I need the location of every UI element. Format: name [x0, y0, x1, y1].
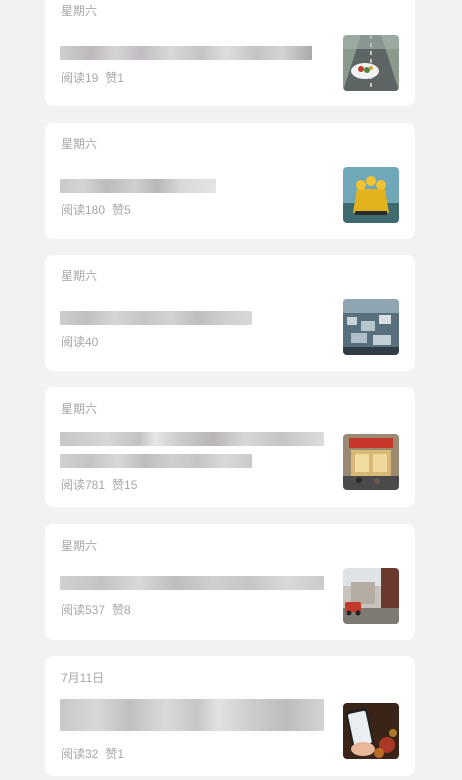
- read-count: 阅读19: [61, 71, 99, 85]
- article-card[interactable]: 星期六 阅读19 赞1: [45, 0, 415, 106]
- read-count: 阅读537: [61, 603, 106, 617]
- like-count: 赞1: [105, 747, 125, 761]
- read-count: 阅读781: [61, 478, 106, 492]
- street-scene-thumbnail-icon[interactable]: [343, 568, 399, 624]
- article-card[interactable]: 星期六 阅读781 赞15: [45, 387, 415, 507]
- read-count: 阅读180: [61, 203, 106, 217]
- article-title-blurred-line2[interactable]: [60, 454, 252, 468]
- road-food-thumbnail-icon[interactable]: [343, 35, 399, 91]
- like-count: 赞5: [112, 203, 131, 217]
- article-date: 星期六: [61, 402, 98, 416]
- yellow-figures-thumbnail-icon[interactable]: [343, 167, 399, 223]
- article-date: 星期六: [61, 539, 98, 553]
- article-date: 星期六: [61, 269, 98, 283]
- article-stats: 阅读40: [61, 333, 105, 350]
- article-title-blurred[interactable]: [60, 576, 324, 590]
- article-card[interactable]: 星期六 阅读180 赞5: [45, 123, 415, 239]
- article-title-blurred[interactable]: [60, 311, 252, 325]
- phone-in-hand-thumbnail-icon[interactable]: [343, 703, 399, 759]
- article-card[interactable]: 7月11日 阅读32 赞1: [45, 656, 415, 776]
- like-count: 赞15: [112, 478, 138, 492]
- like-count: 赞1: [105, 71, 125, 85]
- article-stats: 阅读32 赞1: [61, 745, 124, 762]
- storefront-thumbnail-icon[interactable]: [343, 434, 399, 490]
- read-count: 阅读40: [61, 335, 99, 349]
- article-title-blurred[interactable]: [60, 699, 324, 731]
- article-title-blurred[interactable]: [60, 179, 216, 193]
- article-card[interactable]: 星期六 阅读537 赞8: [45, 524, 415, 640]
- article-stats: 阅读537 赞8: [61, 601, 131, 618]
- article-title-blurred[interactable]: [60, 46, 312, 60]
- article-stats: 阅读781 赞15: [61, 476, 137, 493]
- article-stats: 阅读19 赞1: [61, 69, 124, 86]
- article-date: 星期六: [61, 4, 98, 18]
- article-card[interactable]: 星期六 阅读40: [45, 255, 415, 371]
- article-date: 7月11日: [61, 671, 105, 685]
- read-count: 阅读32: [61, 747, 99, 761]
- article-title-blurred[interactable]: [60, 432, 324, 446]
- cityscape-thumbnail-icon[interactable]: [343, 299, 399, 355]
- article-stats: 阅读180 赞5: [61, 201, 131, 218]
- like-count: 赞8: [112, 603, 131, 617]
- article-date: 星期六: [61, 137, 98, 151]
